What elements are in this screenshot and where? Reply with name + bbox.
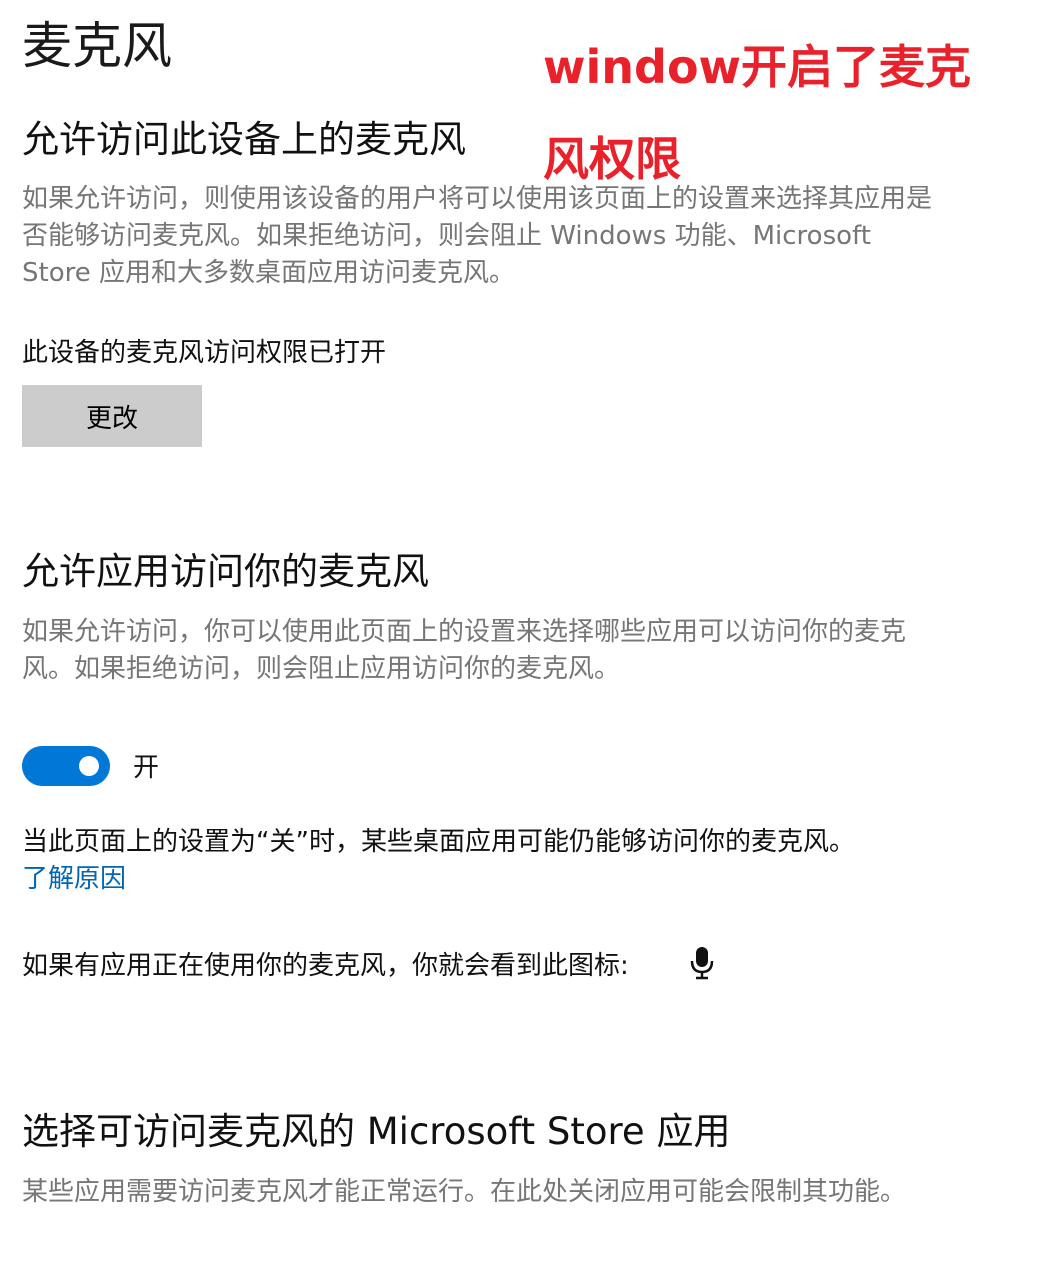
- annotation-text: window开启了麦克 风权限: [543, 38, 1043, 188]
- device-access-status: 此设备的麦克风访问权限已打开: [22, 338, 387, 368]
- app-access-heading: 允许应用访问你的麦克风: [22, 550, 429, 593]
- annotation-line-2: 风权限: [543, 132, 681, 186]
- page-title: 麦克风: [22, 17, 172, 75]
- app-access-toggle[interactable]: [22, 746, 110, 786]
- device-access-description: 如果允许访问，则使用该设备的用户将可以使用该页面上的设置来选择其应用是否能够访问…: [22, 184, 933, 288]
- change-button[interactable]: 更改: [22, 385, 202, 447]
- desktop-apps-note: 当此页面上的设置为“关”时，某些桌面应用可能仍能够访问你的麦克风。: [22, 827, 855, 857]
- icon-note: 如果有应用正在使用你的麦克风，你就会看到此图标:: [22, 951, 629, 981]
- microphone-icon: [690, 947, 714, 980]
- learn-more-link[interactable]: 了解原因: [22, 861, 126, 897]
- store-apps-description: 某些应用需要访问麦克风才能正常运行。在此处关闭应用可能会限制其功能。: [22, 1177, 907, 1207]
- toggle-state-label: 开: [133, 753, 160, 783]
- app-access-description: 如果允许访问，你可以使用此页面上的设置来选择哪些应用可以访问你的麦克风。如果拒绝…: [22, 617, 907, 684]
- store-apps-heading: 选择可访问麦克风的 Microsoft Store 应用: [22, 1110, 731, 1153]
- toggle-knob: [79, 756, 99, 776]
- device-access-heading: 允许访问此设备上的麦克风: [22, 118, 466, 161]
- annotation-line-1: window开启了麦克: [543, 40, 972, 94]
